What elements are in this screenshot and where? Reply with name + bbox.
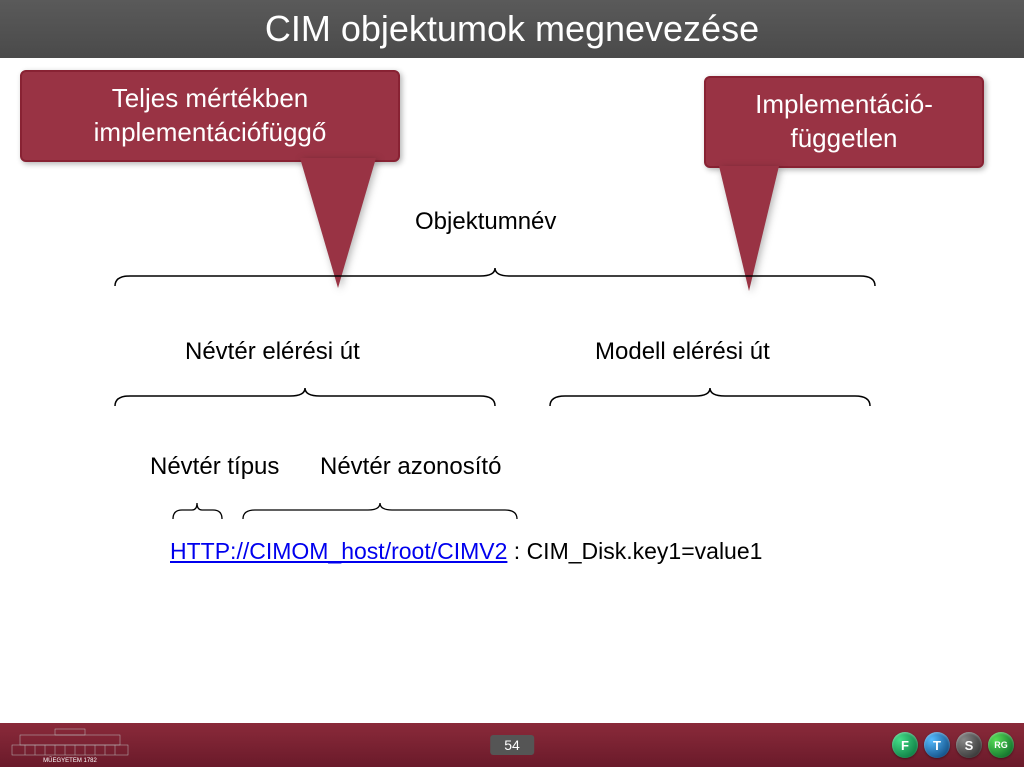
brace-mid-left [110,388,500,408]
svg-text:MŰEGYETEM 1782: MŰEGYETEM 1782 [43,757,97,763]
badge-t-icon: T [924,732,950,758]
label-nevter-tipus: Névtér típus [150,453,279,481]
slide-title: CIM objektumok megnevezése [0,0,1024,58]
page-number: 54 [490,735,534,755]
brace-small-1 [170,503,225,521]
label-nevter-eleresi: Névtér elérési út [185,338,360,366]
label-objektumnev: Objektumnév [415,208,556,236]
url-link[interactable]: HTTP://CIMOM_host/root/CIMV2 [170,538,507,564]
footer-badges: F T S RG [892,732,1014,758]
label-modell: Modell elérési út [595,338,770,366]
url-rest: : CIM_Disk.key1=value1 [507,538,762,564]
badge-rg-icon: RG [988,732,1014,758]
brace-top [110,268,880,288]
callout-impl-independent: Implementáció- független [704,76,984,168]
badge-s-icon: S [956,732,982,758]
university-logo: MŰEGYETEM 1782 [10,727,130,763]
callout-left-text: Teljes mértékben implementációfüggő [94,83,327,147]
example-path: HTTP://CIMOM_host/root/CIMV2 : CIM_Disk.… [170,538,762,565]
title-text: CIM objektumok megnevezése [265,8,759,50]
badge-f-icon: F [892,732,918,758]
label-nevter-azonosito: Névtér azonosító [320,453,501,481]
brace-small-2 [240,503,520,521]
callout-right-text: Implementáció- független [755,89,933,153]
slide-footer: MŰEGYETEM 1782 54 F T S RG [0,723,1024,767]
brace-mid-right [545,388,875,408]
slide-content: Teljes mértékben implementációfüggő Impl… [0,58,1024,723]
callout-impl-dependent: Teljes mértékben implementációfüggő [20,70,400,162]
footer-left: MŰEGYETEM 1782 [10,727,130,763]
